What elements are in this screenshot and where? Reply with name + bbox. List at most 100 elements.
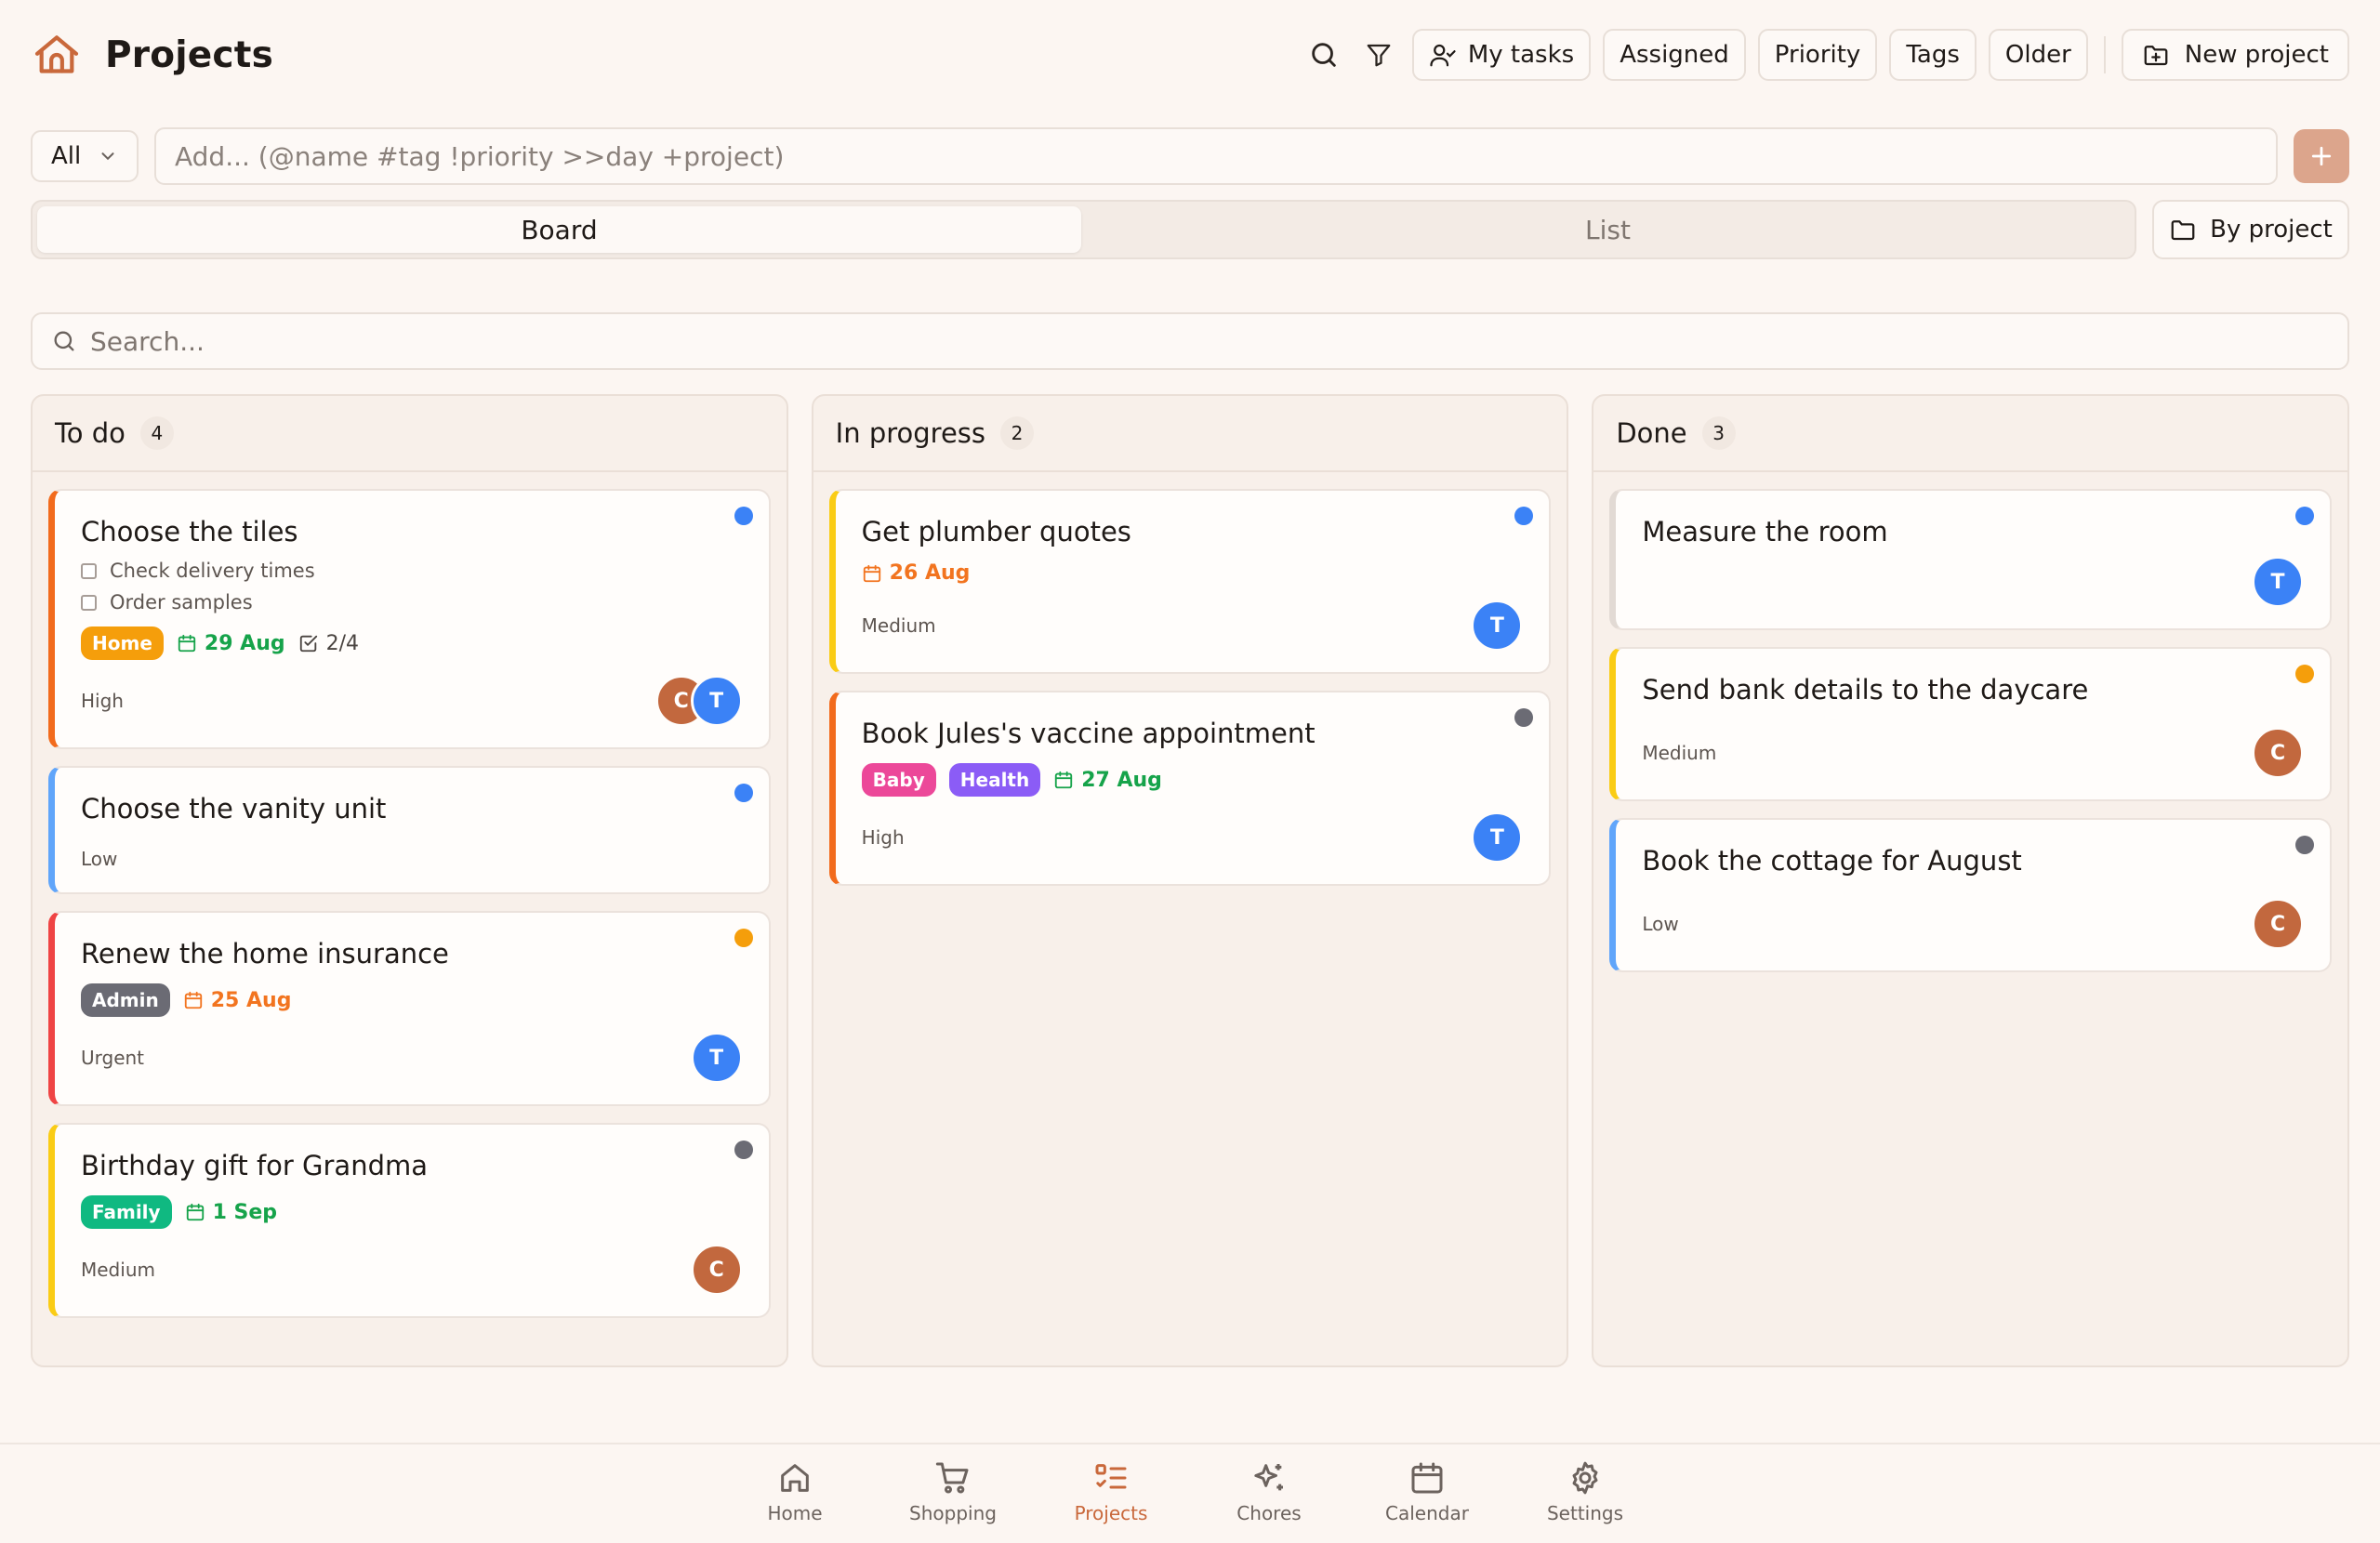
avatar[interactable]: T [690,1032,743,1084]
column-title: To do [55,417,126,449]
avatar[interactable]: T [1471,811,1524,864]
assigned-button[interactable]: Assigned [1603,29,1746,81]
due-date: 25 Aug [183,989,291,1012]
task-card[interactable]: Choose the vanity unit Low [48,766,771,894]
priority-button[interactable]: Priority [1757,29,1878,81]
priority-label: High [861,826,905,849]
due-date: 29 Aug [177,632,285,655]
task-footer: Medium C [81,1244,743,1296]
calendar-icon [177,633,197,653]
bottom-nav: Home Shopping Projects Chores Calendar Settin… [0,1443,2380,1543]
due-date: 26 Aug [862,561,970,585]
due-date-label: 29 Aug [204,631,285,655]
tag-badge[interactable]: Baby [861,763,936,797]
search-input[interactable] [90,325,2329,357]
avatar[interactable]: T [2252,556,2305,608]
quick-add-row: All [31,127,2349,185]
calendar-icon [183,990,204,1010]
task-title: Book the cottage for August [1642,845,2022,877]
task-card[interactable]: Book the cottage for August Low C [1609,818,2333,972]
assignee-avatars: T [2252,556,2305,608]
nav-item-shopping[interactable]: Shopping [874,1444,1032,1543]
task-card[interactable]: Renew the home insurance Admin 25 Aug Urgen… [48,911,771,1106]
priority-label: Urgent [81,1047,145,1069]
nav-label: Projects [1074,1502,1148,1524]
filter-icon[interactable] [1357,33,1400,76]
quick-add-input[interactable] [154,127,2278,185]
status-dot [1514,708,1534,727]
chevron-down-icon [98,146,118,166]
tag-badge[interactable]: Health [948,763,1041,797]
due-date: 1 Sep [185,1201,277,1224]
status-dot [734,507,753,525]
avatar[interactable]: C [2252,898,2305,950]
header-divider [2103,36,2106,73]
tag-badge[interactable]: Home [81,626,164,660]
older-button[interactable]: Older [1988,29,2088,81]
task-card[interactable]: Book Jules's vaccine appointment Baby Heal… [828,691,1552,886]
calendar-icon [1408,1459,1446,1497]
task-title: Book Jules's vaccine appointment [861,718,1316,749]
tab-list[interactable]: List [1086,206,2130,253]
priority-label: Priority [1774,41,1861,69]
nav-item-projects[interactable]: Projects [1032,1444,1190,1543]
avatar[interactable]: C [690,1244,743,1296]
assignee-avatars: CT [654,675,743,727]
group-by-project-button[interactable]: By project [2152,200,2349,259]
task-card[interactable]: Choose the tiles Check delivery times Orde… [48,489,771,749]
priority-label: Medium [81,1259,155,1281]
task-title: Send bank details to the daycare [1642,674,2089,706]
nav-item-calendar[interactable]: Calendar [1348,1444,1506,1543]
my-tasks-label: My tasks [1467,41,1575,69]
task-card[interactable]: Get plumber quotes 26 Aug Medium T [828,489,1552,674]
subtask-label: Check delivery times [110,560,315,582]
task-title: Get plumber quotes [861,516,1131,547]
task-title: Choose the tiles [81,516,298,547]
kanban-board: To do 4 Choose the tiles Check delivery tim… [31,394,2350,1367]
new-project-button[interactable]: New project [2121,29,2349,81]
task-footer: Low [81,846,743,872]
tags-button[interactable]: Tags [1889,29,1977,81]
priority-label: High [81,690,124,712]
nav-item-chores[interactable]: Chores [1190,1444,1348,1543]
assignee-avatars: C [2252,898,2305,950]
due-date: 27 Aug [1053,769,1162,792]
plus-icon [2307,142,2335,170]
column-title: In progress [835,417,986,449]
nav-item-settings[interactable]: Settings [1506,1444,1664,1543]
search-icon[interactable] [1302,33,1345,76]
status-dot [2295,836,2315,854]
scope-select[interactable]: All [31,130,139,182]
nav-label: Settings [1546,1502,1624,1524]
check-square-icon [298,633,319,653]
subtask-item[interactable]: Check delivery times [81,560,743,582]
older-label: Older [2004,41,2071,69]
add-task-button[interactable] [2294,129,2349,183]
avatar[interactable]: T [690,675,743,727]
task-card[interactable]: Send bank details to the daycare Medium C [1609,647,2333,801]
status-dot [734,929,753,947]
subtask-checkbox[interactable] [81,594,97,611]
task-card[interactable]: Measure the room T [1609,489,2333,630]
board-search [31,312,2349,370]
my-tasks-button[interactable]: My tasks [1411,29,1592,81]
task-card[interactable]: Birthday gift for Grandma Family 1 Sep Medi… [48,1123,771,1318]
due-date-label: 27 Aug [1081,768,1162,792]
nav-label: Home [767,1502,823,1524]
priority-label: Medium [1642,742,1717,764]
status-dot [734,784,753,802]
subtask-item[interactable]: Order samples [81,591,743,613]
card-list: Get plumber quotes 26 Aug Medium T Book Jule… [813,472,1567,886]
avatar[interactable]: T [1471,600,1524,652]
subtask-checkbox[interactable] [81,562,97,579]
task-meta: Family 1 Sep [81,1195,743,1229]
nav-item-home[interactable]: Home [716,1444,874,1543]
tag-badge[interactable]: Admin [81,983,170,1017]
scope-value: All [51,142,82,170]
status-dot [1514,507,1534,525]
assignee-avatars: T [1471,600,1524,652]
avatar[interactable]: C [2252,727,2305,779]
status-dot [2295,507,2315,525]
tab-board[interactable]: Board [37,206,1081,253]
tag-badge[interactable]: Family [81,1195,172,1229]
